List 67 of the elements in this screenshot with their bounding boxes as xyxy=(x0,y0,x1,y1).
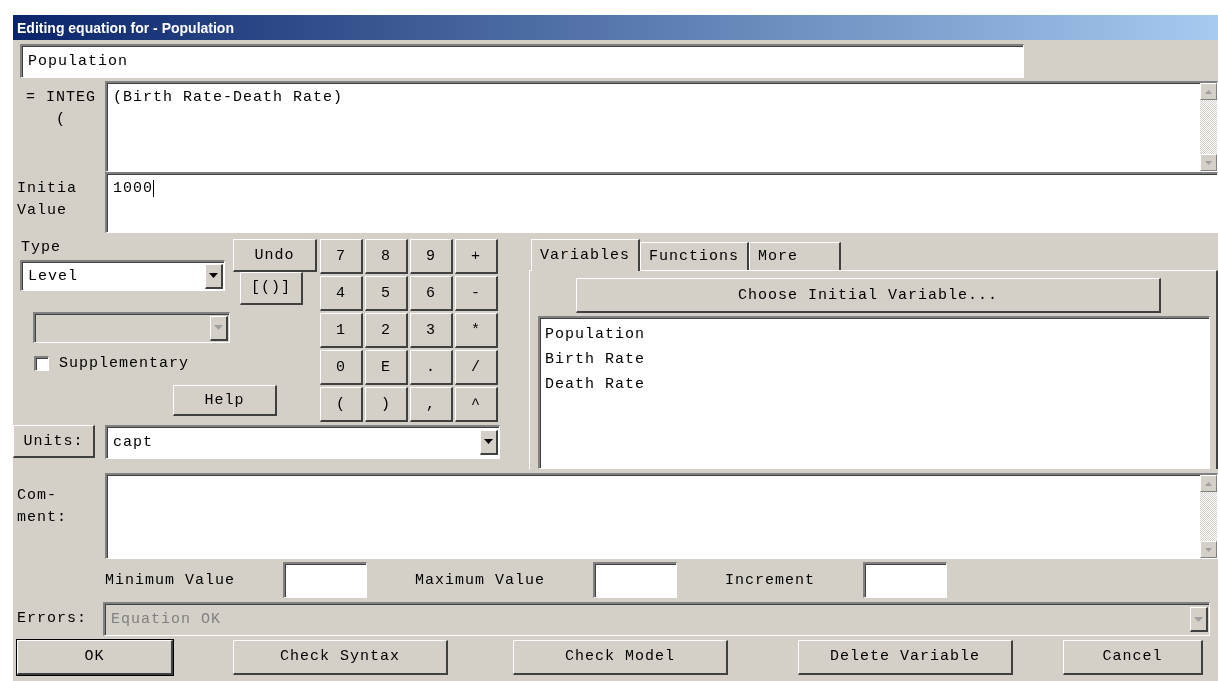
equation-field[interactable]: (Birth Rate-Death Rate) xyxy=(105,81,1218,172)
dropdown-arrow-icon xyxy=(1194,616,1203,622)
range-label: Maximum Value xyxy=(415,571,546,589)
keypad-key[interactable]: 1 xyxy=(320,313,363,348)
units-button[interactable]: Units: xyxy=(13,425,95,459)
initial-value-label: Initia Value xyxy=(16,179,78,221)
keypad-key[interactable]: E xyxy=(365,350,408,385)
keypad-key[interactable]: 8 xyxy=(365,239,408,274)
range-field[interactable] xyxy=(863,562,948,598)
scrollbar[interactable] xyxy=(1200,475,1217,558)
variable-list[interactable]: Population Birth Rate Death Rate xyxy=(538,316,1210,469)
keypad-key[interactable]: 9 xyxy=(410,239,453,274)
window-title: Editing equation for - Population xyxy=(13,15,1218,40)
keypad-key[interactable]: 6 xyxy=(410,276,453,311)
scroll-up-icon xyxy=(1205,481,1212,486)
supplementary-label: Supplementary xyxy=(59,354,190,372)
help-button[interactable]: Help xyxy=(173,385,277,417)
keypad-key[interactable]: ^ xyxy=(455,387,498,422)
variable-item[interactable]: Death Rate xyxy=(545,372,1204,397)
comment-field[interactable] xyxy=(105,473,1218,559)
scroll-up-icon xyxy=(1205,89,1212,94)
range-label: Increment xyxy=(725,571,816,589)
range-label: Minimum Value xyxy=(105,571,236,589)
dropdown-arrow-icon xyxy=(484,439,493,445)
supplementary-checkbox[interactable] xyxy=(34,355,49,371)
bracket-button[interactable]: [()] xyxy=(240,271,303,305)
variable-item[interactable]: Birth Rate xyxy=(545,347,1204,372)
dialog-button[interactable]: OK xyxy=(17,639,173,675)
keypad-key[interactable]: 3 xyxy=(410,313,453,348)
keypad-key[interactable]: 7 xyxy=(320,239,363,274)
range-field[interactable] xyxy=(593,562,678,598)
comment-label: Com- ment: xyxy=(16,486,68,528)
initial-value-field[interactable]: 1000 xyxy=(105,172,1218,233)
keypad-key[interactable]: / xyxy=(455,350,498,385)
dialog-button[interactable]: Check Syntax xyxy=(233,639,448,675)
type-dropdown[interactable]: Level xyxy=(20,260,225,291)
dropdown-arrow-icon xyxy=(209,273,218,278)
keypad-key[interactable]: 2 xyxy=(365,313,408,348)
keypad-key[interactable]: 5 xyxy=(365,276,408,311)
tab[interactable]: More xyxy=(749,242,842,270)
undo-button[interactable]: Undo xyxy=(233,239,317,272)
dialog-button[interactable]: Check Model xyxy=(513,639,728,675)
variable-item[interactable]: Population xyxy=(545,322,1204,347)
equation-label: = INTEG ( xyxy=(25,88,97,130)
units-dropdown[interactable]: capt xyxy=(105,424,500,459)
choose-variable-button[interactable]: Choose Initial Variable... xyxy=(576,278,1161,313)
keypad-key[interactable]: ) xyxy=(365,387,408,422)
keypad-key[interactable]: * xyxy=(455,313,498,348)
dialog-button[interactable]: Cancel xyxy=(1063,639,1203,675)
name-field[interactable]: Population xyxy=(20,44,1024,78)
scroll-down-icon xyxy=(1205,547,1212,552)
errors-label: Errors: xyxy=(16,609,88,629)
keypad-key[interactable]: 0 xyxy=(320,350,363,385)
keypad-key[interactable]: 4 xyxy=(320,276,363,311)
keypad-key[interactable]: . xyxy=(410,350,453,385)
dropdown-arrow-icon xyxy=(214,325,223,331)
keypad-key[interactable]: , xyxy=(410,387,453,422)
tab[interactable]: Functions xyxy=(640,242,750,270)
dialog-button[interactable]: Delete Variable xyxy=(798,639,1013,675)
tab[interactable]: Variables xyxy=(531,239,640,271)
range-field[interactable] xyxy=(283,562,368,598)
keypad-key[interactable]: - xyxy=(455,276,498,311)
scrollbar[interactable] xyxy=(1200,83,1217,171)
type-label: Type xyxy=(21,239,62,256)
keypad-key[interactable]: + xyxy=(455,239,498,274)
keypad-key[interactable]: ( xyxy=(320,387,363,422)
scroll-down-icon xyxy=(1205,160,1212,165)
